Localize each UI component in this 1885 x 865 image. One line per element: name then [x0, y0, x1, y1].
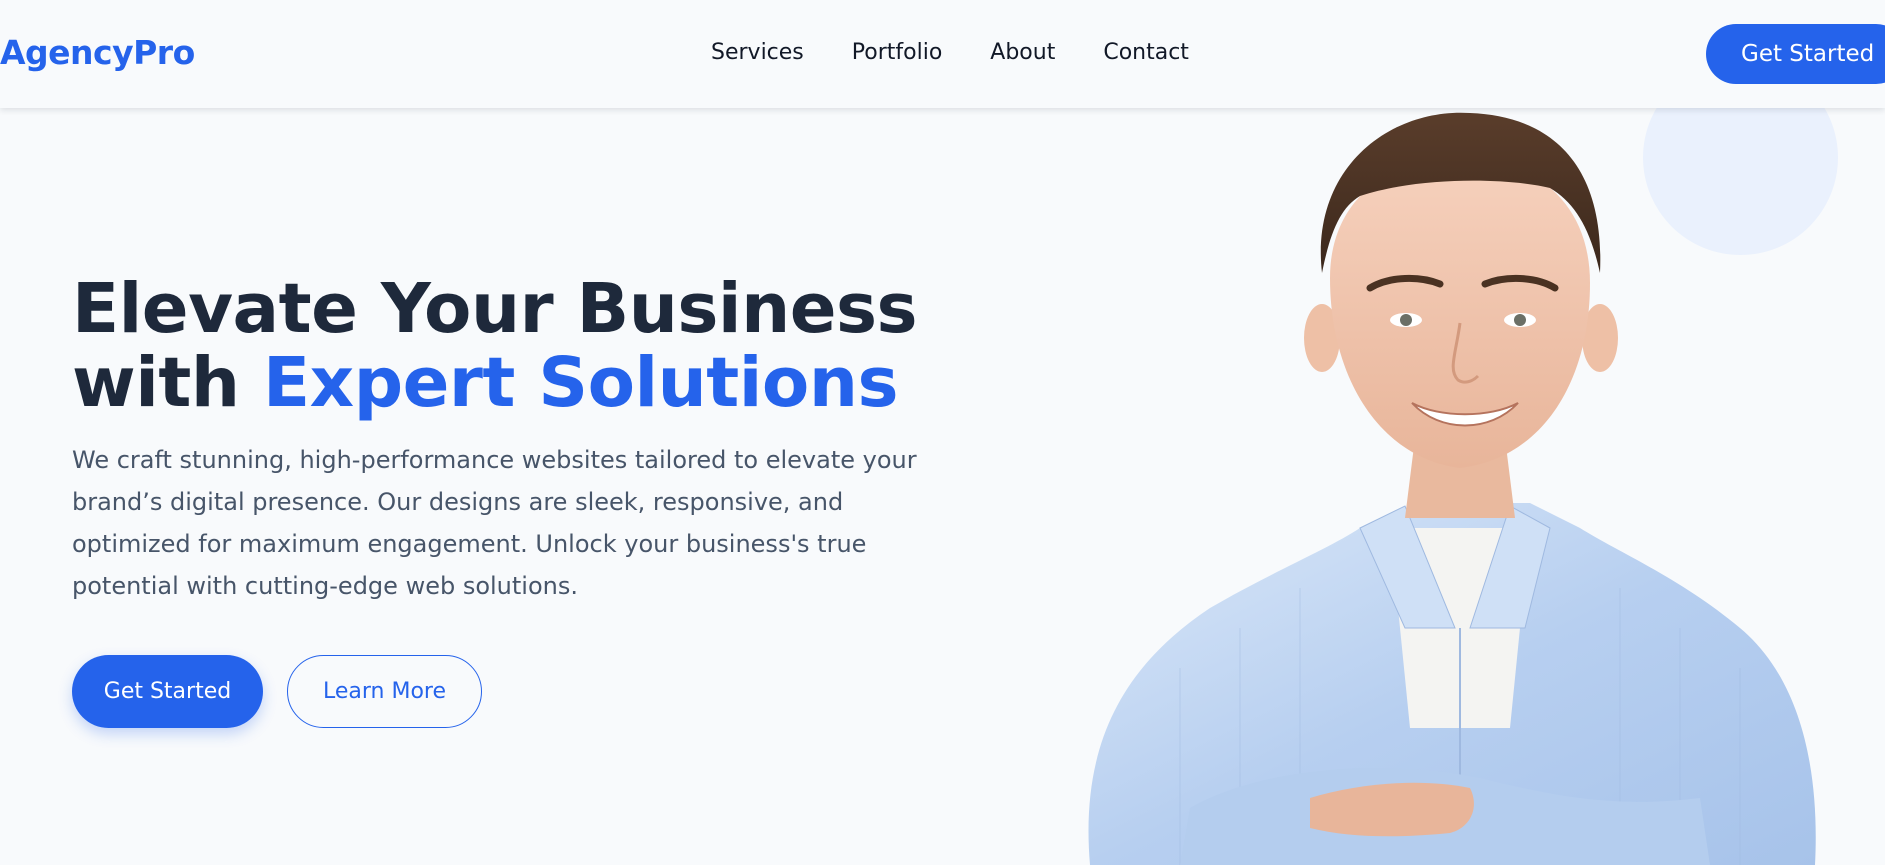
hero-description: We craft stunning, high-performance webs…: [72, 446, 917, 600]
main-nav: Services Portfolio About Contact: [711, 40, 1189, 65]
page: AgencyPro Services Portfolio About Conta…: [0, 0, 1885, 865]
hero-learn-more-button[interactable]: Learn More: [287, 655, 482, 728]
hero-get-started-button[interactable]: Get Started: [72, 655, 263, 728]
nav-item-services[interactable]: Services: [711, 40, 804, 65]
hero-person-image: [1088, 112, 1816, 865]
hero-title-accent: Expert Solutions: [263, 343, 899, 423]
logo[interactable]: AgencyPro: [0, 33, 195, 72]
header-get-started-button[interactable]: Get Started: [1706, 24, 1885, 84]
nav-item-contact[interactable]: Contact: [1103, 40, 1189, 65]
site-header: AgencyPro Services Portfolio About Conta…: [0, 0, 1885, 108]
nav-item-portfolio[interactable]: Portfolio: [852, 40, 943, 65]
hero-title-prefix: with: [72, 343, 240, 423]
hero-title-line1: Elevate Your Business: [72, 269, 918, 349]
hero-title: Elevate Your Business with Expert Solutio…: [72, 272, 972, 420]
nav-item-about[interactable]: About: [990, 40, 1055, 65]
